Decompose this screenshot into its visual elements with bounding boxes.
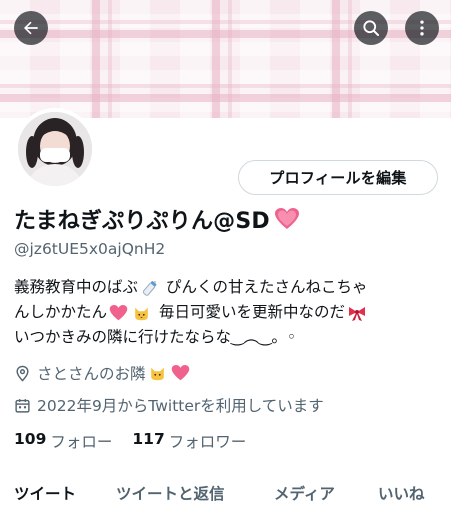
tab-likes[interactable]: いいね — [378, 482, 425, 504]
profile-location: さとさんのお隣 — [14, 362, 192, 384]
following-link[interactable]: 109 フォロー — [14, 430, 112, 452]
more-vertical-icon — [420, 20, 424, 36]
tab-tweets-and-replies[interactable]: ツイートと返信 — [116, 482, 225, 504]
cat-face-icon — [135, 307, 148, 320]
avatar[interactable] — [14, 108, 96, 190]
bio-line-2b: 毎日可愛いを更新中なのだ — [159, 303, 346, 321]
pink-heart-icon — [274, 208, 299, 229]
profile-bio: 義務教育中のばぶ ぴんくの甘えたさんねこちゃ んしかかたん 毎日可愛いを更新中な… — [14, 275, 446, 350]
baby-bottle-icon — [142, 280, 157, 296]
pink-heart-icon — [109, 304, 128, 320]
following-label: フォロー — [50, 433, 113, 451]
joined-text: 2022年9月からTwitterを利用しています — [37, 397, 324, 415]
tab-media[interactable]: メディア — [274, 482, 335, 504]
display-name-row: たまねぎぷりぷりん@SD — [14, 203, 302, 235]
cat-face-icon — [150, 367, 164, 381]
avatar-photo — [18, 112, 92, 186]
location-text: さとさんのお隣 — [37, 365, 146, 383]
back-button[interactable] — [14, 11, 48, 45]
ribbon-icon — [349, 306, 366, 321]
bio-line-2: んしかかたん — [14, 303, 108, 321]
calendar-icon — [15, 398, 30, 413]
bio-line-1b: ぴんくの甘えたさんねこちゃ — [166, 278, 368, 296]
follow-stats: 109 フォロー 117 フォロワー — [14, 430, 266, 452]
location-pin-icon — [16, 365, 29, 382]
search-button[interactable] — [354, 11, 388, 45]
search-icon — [363, 20, 380, 37]
display-name: たまねぎぷりぷりん@SD — [14, 209, 270, 234]
arrow-left-icon — [24, 21, 38, 35]
tab-tweets[interactable]: ツイート — [14, 482, 76, 504]
profile-tabs: ツイート ツイートと返信 メディア いいね — [0, 476, 451, 512]
bio-line-1: 義務教育中のばぶ — [14, 278, 139, 296]
followers-count: 117 — [132, 430, 165, 448]
more-button[interactable] — [405, 11, 439, 45]
edit-profile-button[interactable]: プロフィールを編集 — [238, 160, 438, 195]
bio-line-3: いつかきみの隣に行けたならな‿︵‿。◦ — [14, 328, 297, 346]
pink-heart-icon — [171, 364, 189, 381]
user-handle: @jz6tUE5x0ajQnH2 — [14, 240, 166, 258]
followers-link[interactable]: 117 フォロワー — [132, 430, 246, 452]
profile-joined-date: 2022年9月からTwitterを利用しています — [14, 394, 324, 416]
following-count: 109 — [14, 430, 47, 448]
followers-label: フォロワー — [168, 433, 247, 451]
